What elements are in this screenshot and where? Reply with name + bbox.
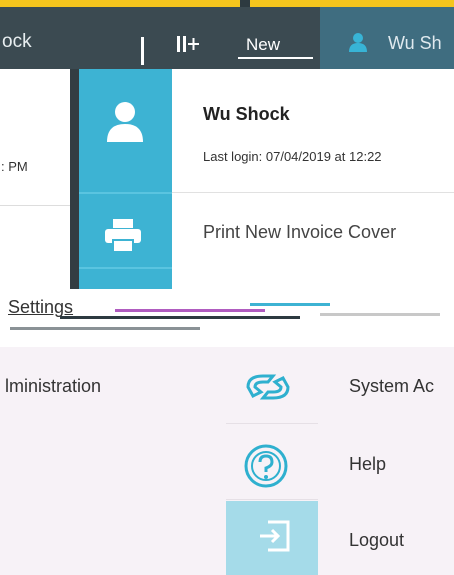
system-admin-icon[interactable] — [243, 372, 293, 402]
glitch-artifact — [320, 313, 440, 316]
printer-icon — [105, 219, 141, 253]
settings-label: Settings — [8, 297, 74, 317]
new-menu-link[interactable]: New — [246, 35, 280, 55]
person-icon — [107, 102, 143, 142]
logout-menu-item[interactable]: Logout — [349, 530, 404, 551]
help-menu-item[interactable]: Help — [349, 454, 386, 475]
glitch-artifact — [60, 316, 300, 319]
new-document-icon[interactable] — [176, 35, 200, 53]
help-icon[interactable] — [243, 443, 289, 489]
topbar-user-name[interactable]: Wu Sh — [388, 33, 442, 54]
system-admin-menu-item[interactable]: System Ac — [349, 376, 434, 397]
top-navigation-bar: ock New Wu Sh — [0, 7, 454, 69]
last-login-text: Last login: 07/04/2019 at 12:22 — [203, 149, 382, 164]
print-invoice-label: Print New Invoice Cover — [203, 222, 397, 242]
logout-icon[interactable] — [258, 520, 290, 552]
lower-separator — [226, 499, 318, 500]
lower-separator — [226, 423, 318, 424]
topbar-divider — [141, 37, 144, 65]
user-icon — [349, 33, 367, 52]
background-admin-fragment: lministration — [5, 376, 102, 396]
background-separator — [0, 205, 78, 206]
user-display-name: Wu Shock — [203, 104, 290, 124]
settings-bar[interactable]: Settings — [0, 289, 454, 347]
topbar-left-fragment[interactable]: ock — [2, 31, 32, 53]
print-invoice-item[interactable]: Print New Invoice Cover — [79, 193, 454, 268]
background-time-fragment: : PM — [1, 159, 28, 174]
new-active-underline — [238, 57, 313, 59]
glitch-artifact — [10, 327, 200, 330]
background-page-column — [0, 69, 78, 289]
glitch-artifact — [115, 309, 265, 312]
accent-strip — [0, 0, 454, 7]
menu-shadow-rail — [70, 69, 79, 309]
glitch-artifact — [250, 303, 330, 306]
